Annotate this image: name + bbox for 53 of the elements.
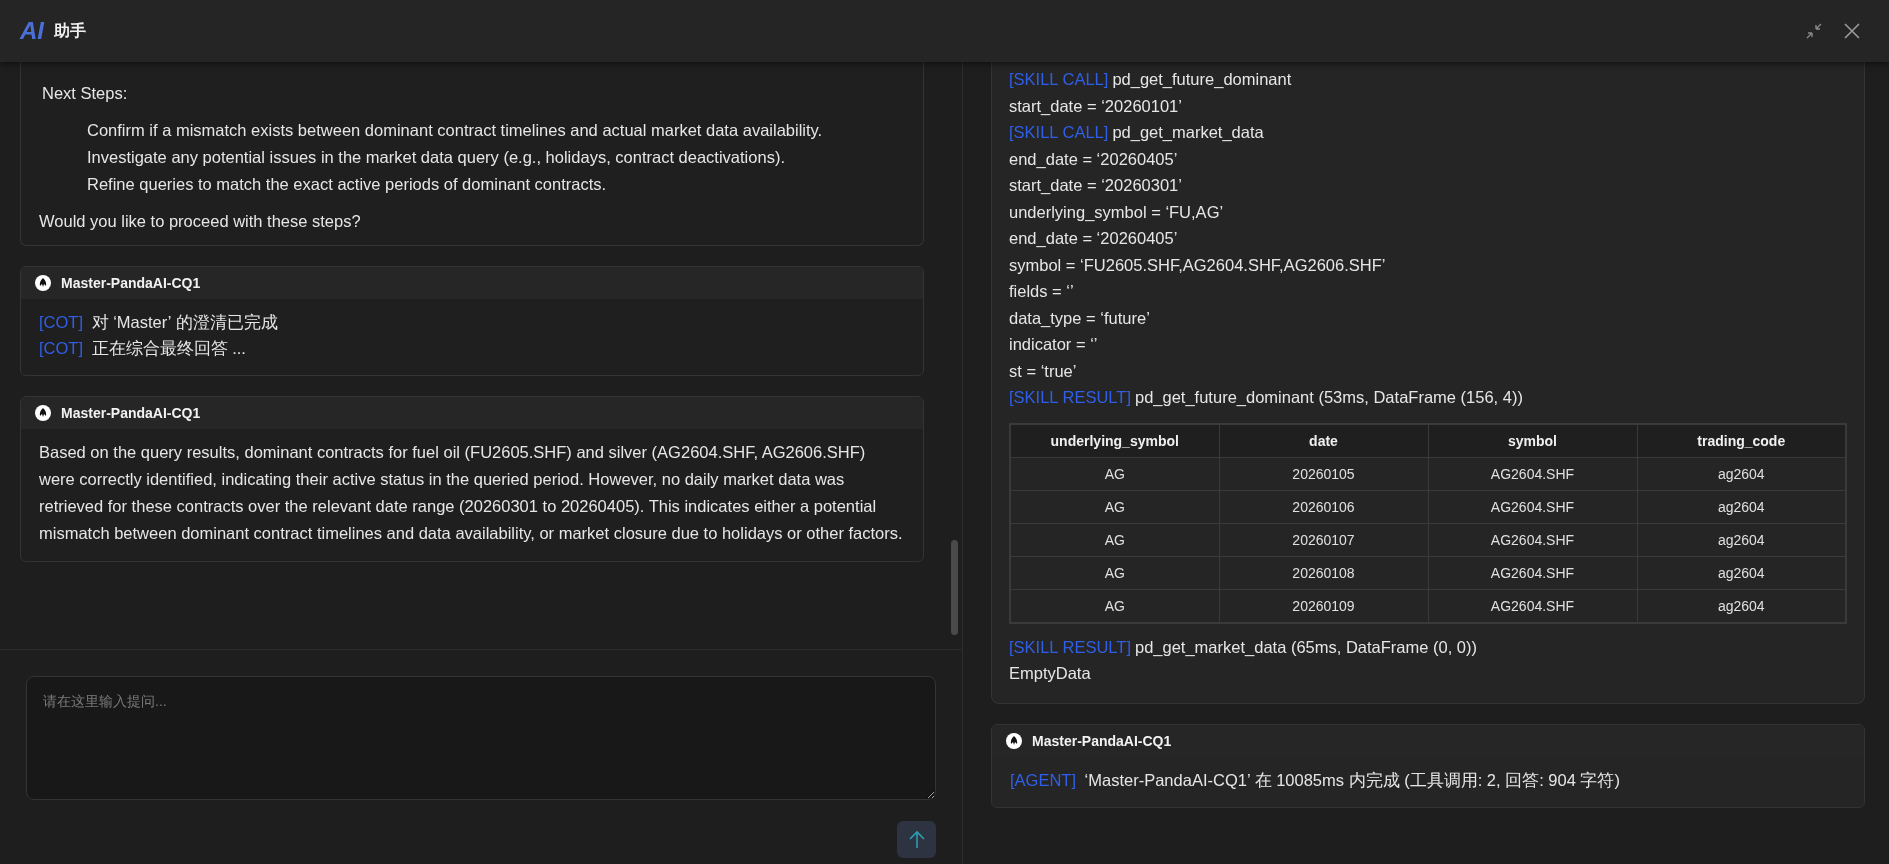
table-cell: AG2604.SHF <box>1428 523 1637 556</box>
log-line: [AGENT] ‘Master-PandaAI-CQ1’ 在 10085ms 内完成 (工具调用: 2, 回答: 904 字符) <box>1010 769 1621 791</box>
log-line: fields = ‘’ <box>1009 281 1075 302</box>
agent-name: Master-PandaAI-CQ1 <box>1032 732 1172 749</box>
log-line: [SKILL RESULT] pd_get_market_data (65ms, DataFrame (0, 0)) <box>1009 636 1479 658</box>
table-cell: AG <box>1010 556 1219 589</box>
log-line: [SKILL CALL] pd_get_market_data <box>1009 122 1265 143</box>
close-icon[interactable] <box>1843 22 1861 40</box>
log-line: end_date = ‘20260405’ <box>1009 148 1179 170</box>
log-line: [COT] 正在综合最终回答 ... <box>39 338 247 359</box>
logo: AI <box>20 17 44 45</box>
step-text: Investigate any potential issues in the market data query (e.g., holidays, contract deactivations). <box>87 147 786 168</box>
avatar-icon <box>35 275 51 291</box>
log-line: underlying_symbol = ‘FU,AG’ <box>1009 201 1225 223</box>
log-line: symbol = ‘FU2605.SHF,AG2604.SHF,AG2606.SHF’ <box>1009 254 1387 276</box>
table-cell: AG2604.SHF <box>1428 457 1637 490</box>
avatar-icon <box>1006 732 1022 749</box>
log-line: indicator = ‘’ <box>1009 334 1099 355</box>
table-cell: 20260107 <box>1219 523 1428 556</box>
log-line: start_date = ‘20260301’ <box>1009 175 1183 196</box>
step-text: Confirm if a mismatch exists between dominant contract timelines and actual market data availability. <box>87 120 824 141</box>
question-text: Would you like to proceed with these steps? <box>39 212 362 231</box>
send-button[interactable] <box>897 821 936 858</box>
table-cell: AG <box>1010 523 1219 556</box>
table-cell: 20260106 <box>1219 490 1428 523</box>
log-line: [SKILL CALL] pd_get_future_dominant <box>1009 69 1293 90</box>
column-header: date <box>1219 423 1428 457</box>
table-cell: 20260108 <box>1219 556 1428 589</box>
section-heading: Next Steps: <box>42 84 129 103</box>
table-cell: AG <box>1010 457 1219 490</box>
table-cell: AG2604.SHF <box>1428 556 1637 589</box>
question-input[interactable]: 请在这里输入提问... <box>26 676 936 800</box>
collapse-icon[interactable] <box>1805 22 1823 40</box>
up-arrow-icon <box>907 829 926 850</box>
avatar-icon <box>35 405 51 421</box>
agent-name: Master-PandaAI-CQ1 <box>61 405 201 421</box>
table-cell: AG <box>1010 490 1219 523</box>
agent-name: Master-PandaAI-CQ1 <box>61 275 201 291</box>
column-header: underlying_symbol <box>1010 423 1219 457</box>
table-cell: AG2604.SHF <box>1428 490 1637 523</box>
log-line: [COT] 对 ‘Master’ 的澄清已完成 <box>39 312 279 333</box>
column-header: trading_code <box>1637 423 1846 457</box>
message-text: Based on the query results, dominant contracts for fuel oil (FU2605.SHF) and silver (AG2604.SHF, AG2606.SHF) were correctly identified, indicating their active status in the queried period. However, no daily market data was retrieved for these contracts over the relevant date range (20260301 to 20260405). This indicates either a potential mismatch between dominant contract timelines and data availability, or market closure due to holidays or other factors. <box>39 442 904 544</box>
column-header: symbol <box>1428 423 1637 457</box>
step-text: Refine queries to match the exact active periods of dominant contracts. <box>87 174 608 195</box>
log-line: start_date = ‘20260101’ <box>1009 95 1183 117</box>
table-cell: 20260105 <box>1219 457 1428 490</box>
window-title: 助手 <box>54 20 86 41</box>
log-line: data_type = ‘future’ <box>1009 307 1151 329</box>
log-line: st = ‘true’ <box>1009 360 1078 382</box>
log-line: EmptyData <box>1009 663 1092 684</box>
log-line: end_date = ‘20260405’ <box>1009 228 1179 249</box>
log-line: [SKILL RESULT] pd_get_future_dominant (53ms, DataFrame (156, 4)) <box>1009 387 1524 408</box>
